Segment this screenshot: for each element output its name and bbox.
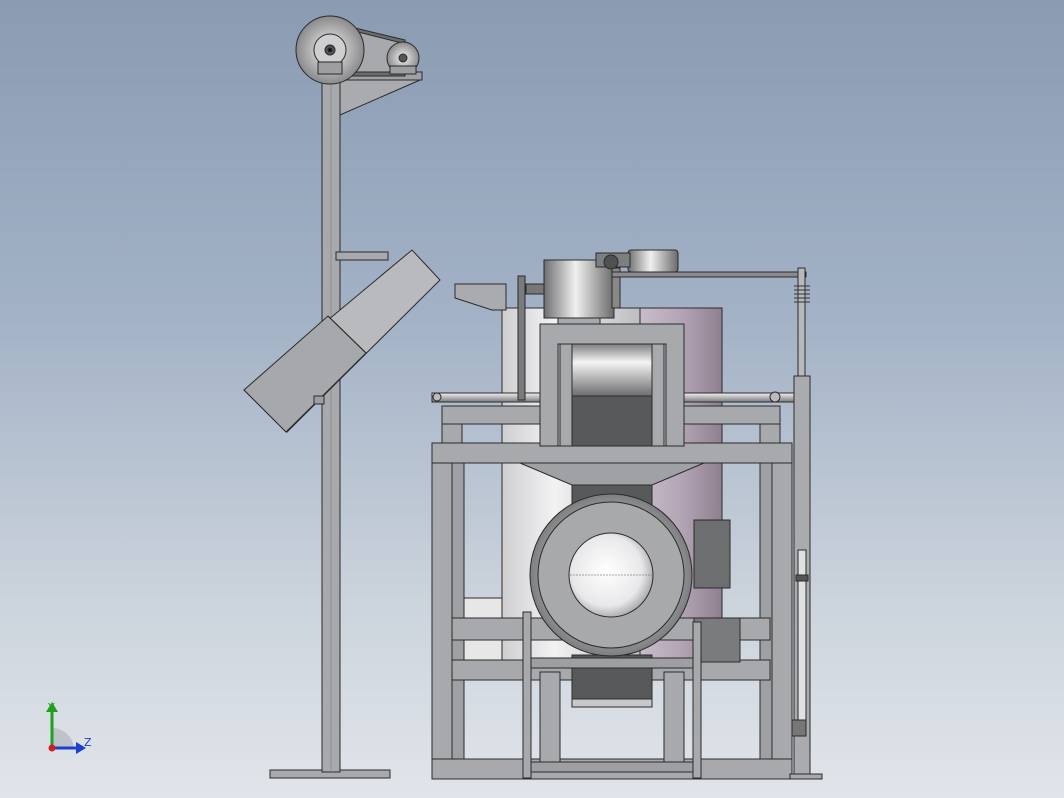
conveyor-belt — [571, 395, 653, 447]
linkage-bar — [611, 271, 807, 278]
small-gear-motor — [627, 249, 679, 273]
main-frame-left-leg — [431, 462, 455, 780]
elevator-tower — [243, 15, 441, 779]
cad-viewport[interactable]: Y Z — [0, 0, 1064, 798]
inclined-chute — [243, 249, 441, 433]
orientation-triad: Y Z — [46, 701, 92, 754]
lever-arm — [522, 611, 532, 779]
gearbox — [693, 519, 731, 589]
tower-gusset — [339, 79, 421, 116]
z-axis-label: Z — [84, 736, 92, 749]
top-motor — [543, 259, 615, 319]
upper-roller — [571, 343, 653, 397]
x-axis-dot — [48, 744, 56, 752]
chute-bracket — [335, 251, 389, 261]
feed-hopper — [454, 283, 507, 311]
main-machine — [431, 249, 823, 780]
right-column-foot — [789, 773, 823, 780]
main-frame-right-leg — [769, 462, 793, 780]
spring-post — [797, 267, 806, 377]
machine-drawing: Y Z — [46, 15, 823, 780]
y-axis-label: Y — [47, 701, 55, 714]
